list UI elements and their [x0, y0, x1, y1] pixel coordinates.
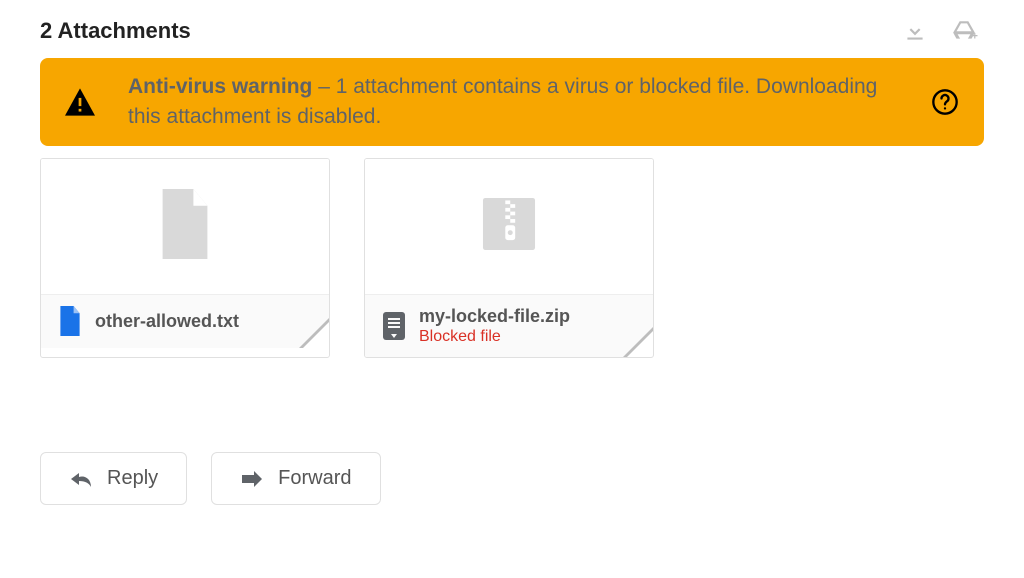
attachment-footer: other-allowed.txt [41, 294, 329, 348]
attachment-filename: my-locked-file.zip [419, 305, 570, 328]
header-actions: + [902, 18, 984, 44]
svg-text:+: + [972, 31, 978, 43]
reply-label: Reply [107, 467, 158, 490]
attachments-list: other-allowed.txt [40, 158, 984, 359]
forward-button[interactable]: Forward [211, 452, 380, 505]
save-to-drive-icon[interactable]: + [950, 18, 978, 44]
forward-icon [240, 469, 264, 489]
attachment-filename: other-allowed.txt [95, 310, 239, 333]
warning-text: Anti-virus warning – 1 attachment contai… [128, 72, 900, 132]
antivirus-warning-banner: Anti-virus warning – 1 attachment contai… [40, 58, 984, 146]
card-corner-fold-icon [299, 318, 329, 348]
download-all-icon[interactable] [902, 18, 928, 44]
attachment-card[interactable]: my-locked-file.zip Blocked file [364, 158, 654, 359]
warning-separator: – [312, 75, 335, 98]
forward-label: Forward [278, 467, 351, 490]
attachment-footer: my-locked-file.zip Blocked file [365, 294, 653, 358]
message-actions: Reply Forward [40, 452, 984, 505]
attachments-header: 2 Attachments + [40, 18, 984, 44]
reply-icon [69, 469, 93, 489]
generic-file-icon [157, 189, 213, 264]
attachments-title: 2 Attachments [40, 18, 191, 44]
reply-button[interactable]: Reply [40, 452, 187, 505]
blocked-file-icon [381, 310, 407, 342]
attachment-card[interactable]: other-allowed.txt [40, 158, 330, 359]
help-icon[interactable] [928, 85, 962, 119]
attachment-preview [41, 159, 329, 294]
warning-title: Anti-virus warning [128, 75, 312, 98]
zip-file-icon [478, 193, 540, 260]
attachment-preview [365, 159, 653, 294]
warning-icon [60, 87, 100, 117]
txt-file-icon [57, 305, 83, 337]
card-corner-fold-icon [623, 327, 653, 357]
attachment-status: Blocked file [419, 327, 570, 347]
